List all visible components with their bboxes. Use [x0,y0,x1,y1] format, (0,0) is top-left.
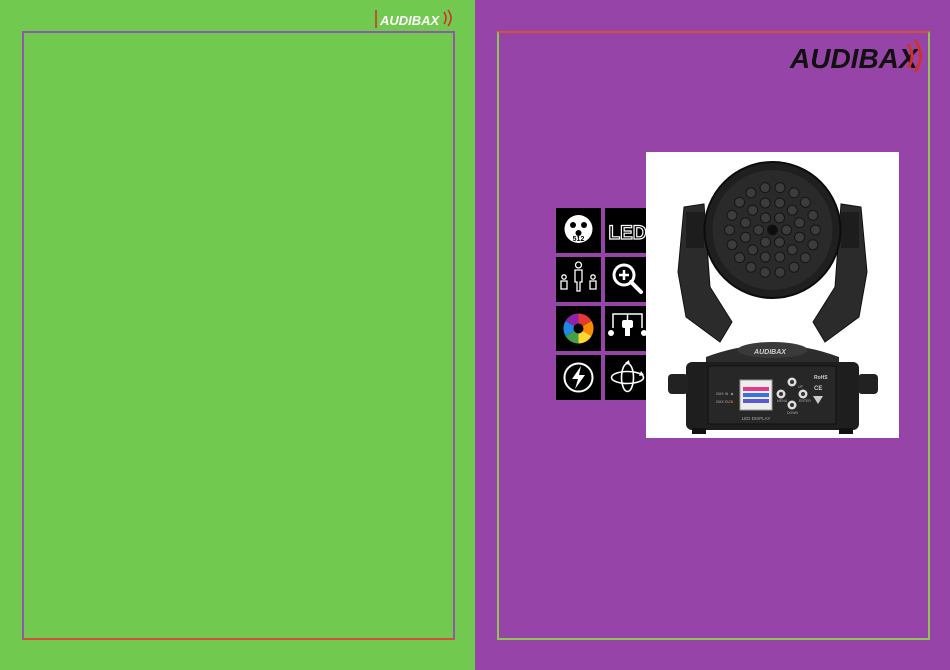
led-lens [726,209,738,221]
stage-lighting-icon [605,306,650,351]
svg-text:ENTER: ENTER [799,399,811,403]
led-lens [807,239,819,251]
led-lens [781,224,792,236]
led-lens [794,217,806,229]
led-lens [794,231,806,243]
led-lens [759,182,771,194]
led-lens [724,224,735,236]
led-lens [767,224,778,236]
rotation-icon [605,355,650,400]
led-lens [788,261,800,273]
led-lens [788,187,800,199]
led-lens [747,244,759,256]
svg-text:MENU: MENU [777,399,788,403]
base-logo: AUDIBAX [753,349,787,356]
people-icon [556,257,601,302]
led-lens [753,224,764,236]
led-lens [799,196,811,208]
svg-text:DMX OUT: DMX OUT [716,400,733,404]
led-lens [759,251,771,263]
led-lens [774,197,786,209]
led-lens [747,204,759,216]
led-lens [759,266,771,278]
led-lens [774,212,785,224]
brand-name: AUDIBAX [789,43,920,74]
led-lens [760,212,771,224]
led-lens [786,204,798,216]
led-lens [745,261,757,273]
svg-text:512: 512 [573,236,585,243]
brand-logo: AUDIBAX [788,36,930,78]
led-lens [739,231,751,243]
svg-text:DOWN: DOWN [787,411,799,415]
led-lens [760,236,771,248]
led-lens [734,196,746,208]
led-lens [810,224,821,236]
led-lens [726,239,738,251]
led-lens [774,251,786,263]
led-lens [786,244,798,256]
led-lens [774,266,786,278]
color-wheel-icon [556,306,601,351]
product-image: AUDIBAX LED DISPLAY UP MENU ENTER DOWN D… [646,152,899,438]
led-lens [799,252,811,264]
brand-logo-small: AUDIBAX [374,6,456,30]
svg-text:CE: CE [814,386,822,392]
led-icon: LED [605,208,650,253]
led-lens [739,217,751,229]
svg-text:UP: UP [798,385,804,389]
svg-text:RoHS: RoHS [814,375,828,381]
led-lens [734,252,746,264]
display-label: LED DISPLAY [742,416,771,421]
led-lens [745,187,757,199]
svg-text:LED: LED [609,223,647,244]
led-lens [774,182,786,194]
power-icon [556,355,601,400]
svg-text:DMX IN: DMX IN [716,392,729,396]
zoom-icon [605,257,650,302]
xlr-connector-icon: 512 [556,208,601,253]
led-lens [774,236,785,248]
led-lens [807,209,819,221]
brand-name-small: AUDIBAX [379,13,441,28]
left-page-frame [22,31,455,640]
led-lens [759,197,771,209]
